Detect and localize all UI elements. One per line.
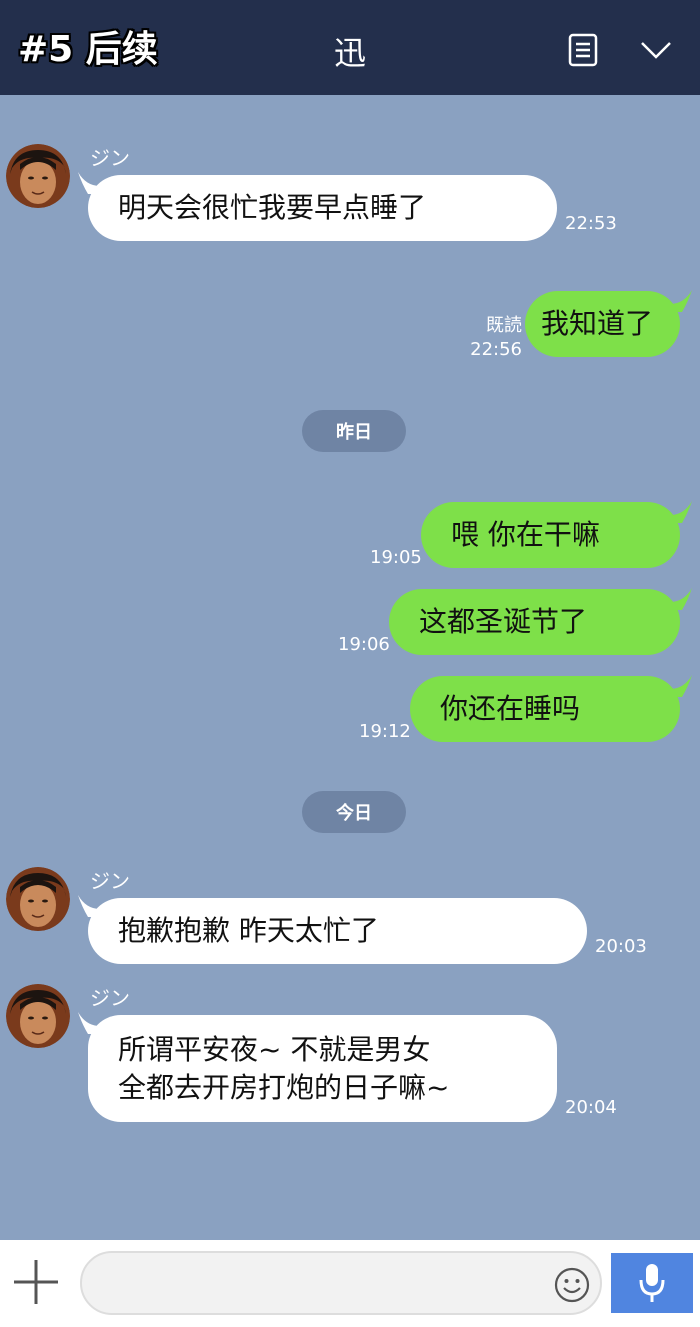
note-icon[interactable]: [568, 33, 598, 67]
microphone-button[interactable]: [611, 1253, 693, 1313]
microphone-icon: [639, 1264, 665, 1302]
message-bubble-sent[interactable]: 喂 你在干嘛: [421, 502, 680, 568]
message-bubble-received[interactable]: 明天会很忙我要早点睡了: [88, 175, 557, 241]
date-separator: 昨日: [302, 410, 406, 452]
message-text: 喂 你在干嘛: [451, 518, 600, 551]
message-text-line: 所谓平安夜~ 不就是男女: [118, 1032, 431, 1066]
message-time: 19:06: [338, 634, 390, 655]
message-bubble-sent[interactable]: 这都圣诞节了: [389, 589, 680, 655]
message-text: 抱歉抱歉 昨天太忙了: [118, 914, 379, 947]
message-time: 22:53: [565, 213, 617, 234]
message-text-line: 全都去开房打炮的日子嘛~: [118, 1070, 450, 1104]
avatar[interactable]: [6, 984, 70, 1048]
message-bubble-sent[interactable]: 我知道了: [525, 291, 680, 357]
message-text: 这都圣诞节了: [419, 605, 588, 638]
message-bubble-received[interactable]: 抱歉抱歉 昨天太忙了: [88, 898, 587, 964]
read-receipt: 既読 22:56: [470, 314, 522, 361]
sender-name: ジン: [90, 986, 130, 1010]
avatar[interactable]: [6, 144, 70, 208]
message-time: 20:04: [565, 1097, 617, 1118]
message-time: 19:12: [359, 721, 411, 742]
message-text: 你还在睡吗: [440, 692, 581, 725]
date-separator: 今日: [302, 791, 406, 833]
avatar[interactable]: [6, 867, 70, 931]
message-text: 我知道了: [541, 307, 654, 340]
message-time: 22:56: [470, 339, 522, 360]
message-time: 19:05: [370, 547, 422, 568]
read-label: 既読: [486, 315, 522, 336]
sender-name: ジン: [90, 869, 130, 893]
message-input[interactable]: [80, 1251, 602, 1315]
plus-icon[interactable]: [12, 1258, 60, 1306]
message-bubble-received[interactable]: 所谓平安夜~ 不就是男女 全都去开房打炮的日子嘛~: [88, 1015, 557, 1122]
message-text: 明天会很忙我要早点睡了: [118, 191, 427, 224]
chevron-down-icon[interactable]: [640, 38, 672, 62]
chat-header: #5 后续 迅: [0, 0, 700, 95]
emoji-icon[interactable]: [554, 1267, 590, 1303]
message-time: 20:03: [595, 936, 647, 957]
sender-name: ジン: [90, 146, 130, 170]
message-bubble-sent[interactable]: 你还在睡吗: [410, 676, 680, 742]
